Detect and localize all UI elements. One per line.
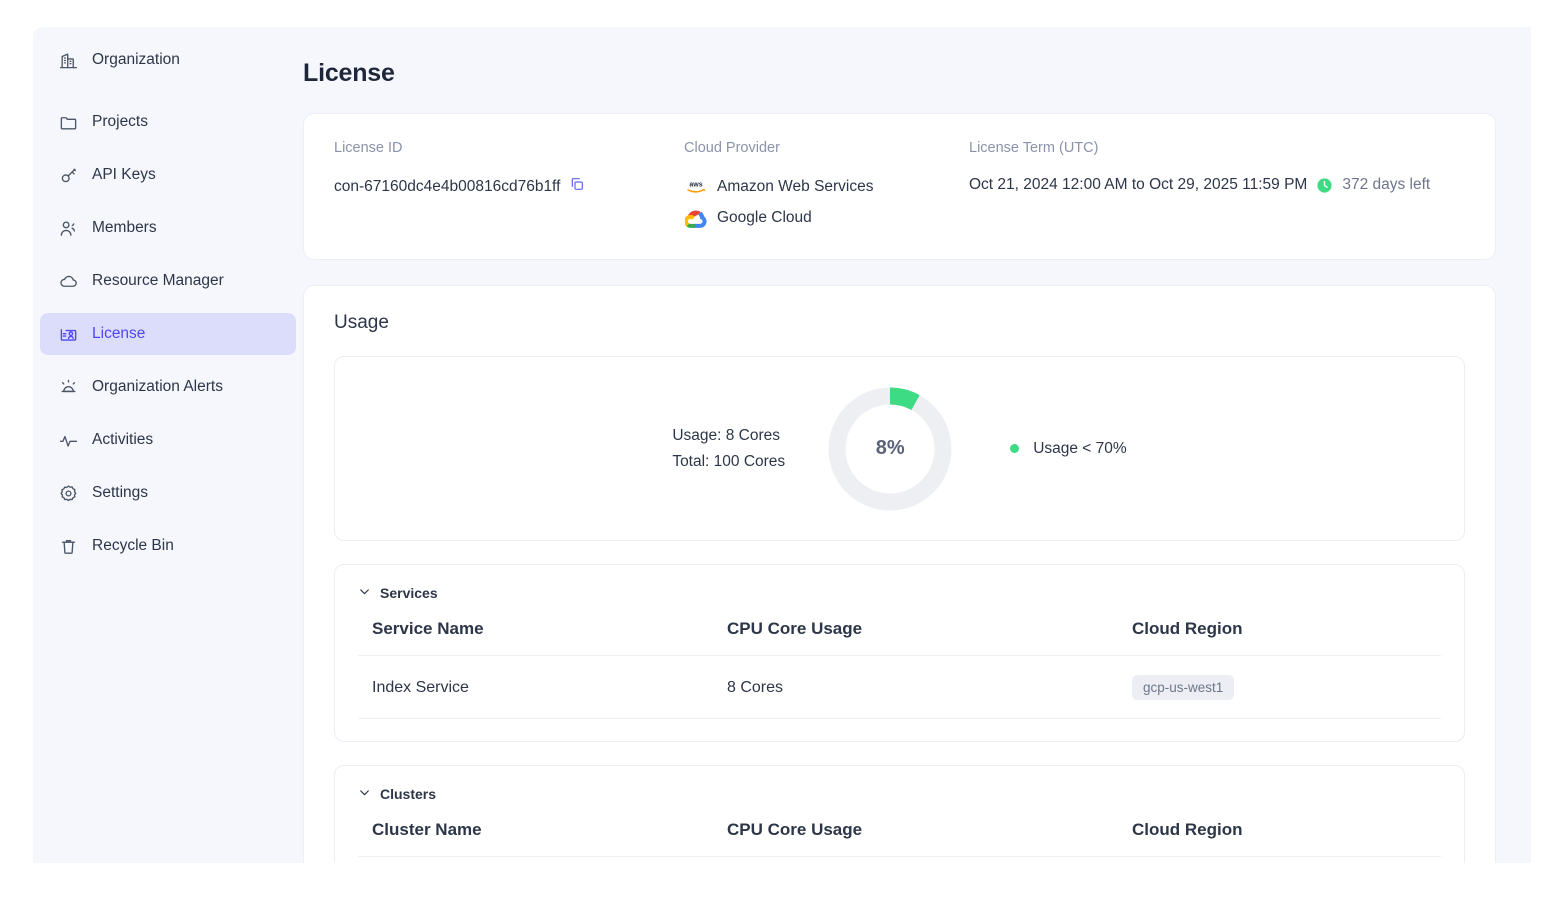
table-row[interactable]: Index Service 8 Cores gcp-us-west1 — [358, 655, 1441, 719]
cell-cpu-core-usage: 8 Cores — [713, 655, 1118, 719]
clusters-table: Cluster Name CPU Core Usage Cloud Region — [358, 816, 1441, 857]
usage-donut-panel: Usage: 8 Cores Total: 100 Cores 8% Usage… — [334, 356, 1465, 541]
column-header-cluster-name: Cluster Name — [358, 816, 713, 857]
usage-cores-line: Usage: 8 Cores — [672, 426, 781, 444]
sidebar: Organization Projects API Keys Members R… — [33, 27, 303, 863]
sidebar-item-label: Activities — [92, 431, 154, 448]
cloud-provider-label: Cloud Provider — [684, 140, 780, 156]
trash-icon — [58, 536, 78, 556]
region-chip: gcp-us-west1 — [1132, 675, 1235, 700]
sidebar-item-label: Resource Manager — [92, 272, 224, 289]
sidebar-item-organization[interactable]: Organization — [40, 39, 296, 81]
column-header-service-name: Service Name — [358, 615, 713, 656]
chevron-down-icon — [358, 585, 371, 601]
pulse-icon — [58, 430, 78, 450]
column-header-cloud-region: Cloud Region — [1118, 615, 1441, 656]
cloud-provider-column: Cloud Provider aws Amazon Web Services G… — [684, 140, 969, 229]
sidebar-item-recycle-bin[interactable]: Recycle Bin — [40, 525, 296, 567]
main-content: License License ID con-67160dc4e4b00816c… — [303, 27, 1531, 863]
alert-bell-icon — [58, 377, 78, 397]
clusters-section: Clusters Cluster Name CPU Core Usage Clo… — [334, 765, 1465, 863]
total-cores-line: Total: 100 Cores — [672, 452, 786, 470]
license-info-card: License ID con-67160dc4e4b00816cd76b1ff … — [303, 113, 1496, 260]
donut-center-label: 8% — [875, 437, 905, 459]
svg-text:aws: aws — [689, 182, 702, 189]
services-section-header[interactable]: Services — [358, 585, 1441, 601]
license-id-value-row: con-67160dc4e4b00816cd76b1ff — [334, 176, 684, 197]
license-id-column: License ID con-67160dc4e4b00816cd76b1ff — [334, 140, 684, 229]
usage-summary: Usage: 8 Cores Total: 100 Cores — [672, 423, 785, 474]
license-term-row: Oct 21, 2024 12:00 AM to Oct 29, 2025 11… — [969, 176, 1465, 194]
column-header-cloud-region: Cloud Region — [1118, 816, 1441, 857]
sidebar-item-projects[interactable]: Projects — [40, 101, 296, 143]
days-left-text: 372 days left — [1342, 176, 1431, 193]
sidebar-item-label: Organization Alerts — [92, 378, 223, 395]
services-table: Service Name CPU Core Usage Cloud Region… — [358, 615, 1441, 719]
services-section-label: Services — [380, 585, 438, 601]
license-id-label: License ID — [334, 140, 403, 156]
app-window: Organization Projects API Keys Members R… — [33, 27, 1531, 863]
people-icon — [58, 218, 78, 238]
license-card-icon — [58, 324, 78, 344]
cloud-icon — [58, 271, 78, 291]
donut-chart-group: Usage: 8 Cores Total: 100 Cores 8% Usage… — [672, 384, 1127, 514]
building-icon — [58, 50, 78, 70]
chevron-down-icon — [358, 786, 371, 802]
license-id-value: con-67160dc4e4b00816cd76b1ff — [334, 177, 561, 195]
clusters-section-label: Clusters — [380, 786, 437, 802]
aws-logo: aws — [684, 176, 708, 198]
cell-cloud-region: gcp-us-west1 — [1118, 655, 1441, 719]
provider-aws: aws Amazon Web Services — [684, 176, 969, 198]
key-icon — [58, 165, 78, 185]
copy-icon[interactable] — [569, 176, 585, 197]
gear-icon — [58, 483, 78, 503]
usage-donut-chart: 8% — [825, 384, 955, 514]
sidebar-item-label: Organization — [92, 51, 180, 68]
table-header-row: Service Name CPU Core Usage Cloud Region — [358, 615, 1441, 656]
sidebar-item-members[interactable]: Members — [40, 207, 296, 249]
sidebar-item-label: API Keys — [92, 166, 156, 183]
provider-gcp: Google Cloud — [684, 207, 969, 229]
cell-service-name: Index Service — [358, 655, 713, 719]
services-section: Services Service Name CPU Core Usage Clo… — [334, 564, 1465, 742]
google-cloud-logo — [684, 207, 708, 229]
column-header-cpu-core-usage: CPU Core Usage — [713, 816, 1118, 857]
license-term-column: License Term (UTC) Oct 21, 2024 12:00 AM… — [969, 140, 1465, 229]
usage-title: Usage — [334, 312, 389, 333]
sidebar-item-label: License — [92, 325, 146, 342]
license-term-value: Oct 21, 2024 12:00 AM to Oct 29, 2025 11… — [969, 176, 1308, 193]
provider-name: Google Cloud — [717, 209, 812, 226]
sidebar-item-label: Projects — [92, 113, 148, 130]
usage-card: Usage Usage: 8 Cores Total: 100 Cores 8% — [303, 285, 1496, 863]
table-header-row: Cluster Name CPU Core Usage Cloud Region — [358, 816, 1441, 857]
license-term-label: License Term (UTC) — [969, 140, 1099, 156]
sidebar-item-settings[interactable]: Settings — [40, 472, 296, 514]
legend-color-dot — [1010, 444, 1020, 453]
sidebar-item-label: Members — [92, 219, 157, 236]
legend-label: Usage < 70% — [1033, 439, 1127, 457]
sidebar-item-api-keys[interactable]: API Keys — [40, 154, 296, 196]
column-header-cpu-core-usage: CPU Core Usage — [713, 615, 1118, 656]
sidebar-item-license[interactable]: License — [40, 313, 296, 355]
sidebar-item-resource-manager[interactable]: Resource Manager — [40, 260, 296, 302]
clock-icon — [1316, 177, 1333, 194]
usage-legend: Usage < 70% — [1010, 440, 1127, 458]
page-title: License — [303, 59, 395, 87]
sidebar-item-activities[interactable]: Activities — [40, 419, 296, 461]
sidebar-item-organization-alerts[interactable]: Organization Alerts — [40, 366, 296, 408]
sidebar-item-label: Recycle Bin — [92, 537, 174, 554]
provider-name: Amazon Web Services — [717, 178, 874, 195]
clusters-section-header[interactable]: Clusters — [358, 786, 1441, 802]
sidebar-item-label: Settings — [92, 484, 149, 501]
folder-icon — [58, 112, 78, 132]
